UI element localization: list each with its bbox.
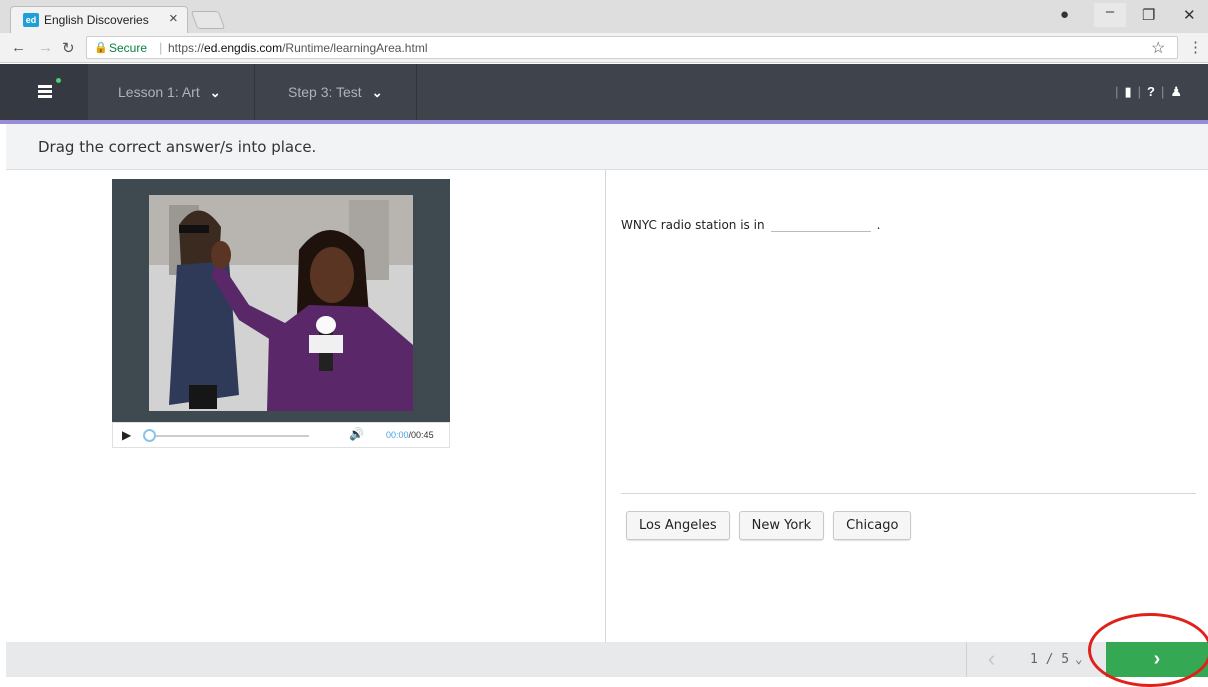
url-path: /Runtime/learningArea.html	[282, 41, 428, 55]
volume-icon[interactable]: 🔊	[349, 427, 364, 441]
highlight-circle	[1088, 613, 1208, 687]
browser-menu-icon[interactable]: ⋮	[1188, 38, 1203, 56]
secure-label: Secure	[109, 41, 148, 55]
page-indicator: 1 / 5	[1030, 652, 1070, 667]
answer-chip-chicago[interactable]: Chicago	[833, 511, 912, 540]
answer-chip-new-york[interactable]: New York	[738, 511, 825, 540]
pane-divider	[605, 170, 606, 642]
play-icon[interactable]: ▶	[122, 428, 131, 442]
question-sentence: WNYC radio station is in.	[621, 216, 880, 232]
chevron-down-icon: ⌄	[1075, 652, 1083, 666]
close-window-icon[interactable]: ✕	[1183, 6, 1196, 24]
url-text: https://ed.engdis.com/Runtime/learningAr…	[168, 41, 427, 55]
new-tab-button[interactable]	[190, 11, 226, 29]
url-host: ed.engdis.com	[204, 41, 283, 55]
lesson-dropdown[interactable]: Lesson 1: Art ⌄	[88, 64, 255, 120]
bookmark-star-icon[interactable]: ☆	[1151, 38, 1165, 58]
menu-button[interactable]	[0, 64, 88, 120]
browser-tab-bar: ed English Discoveries × ● – ❐ ✕	[0, 0, 1208, 33]
hamburger-icon	[38, 85, 52, 100]
lock-icon: 🔒	[94, 42, 108, 54]
favicon-icon: ed	[23, 13, 39, 27]
help-icon[interactable]: ?	[1147, 84, 1155, 99]
address-bar-row: ← → ↻ 🔒 Secure | https://ed.engdis.com/R…	[0, 33, 1208, 63]
footer-bar: ‹ 1 / 5 ⌄ ›	[6, 642, 1208, 677]
user-profile-icon[interactable]: ●	[1060, 6, 1069, 23]
answer-bank: Los Angeles New York Chicago	[626, 511, 912, 540]
seek-bar[interactable]	[147, 435, 309, 437]
app-header: Lesson 1: Art ⌄ Step 3: Test ⌄ | ▮ |? | ♟	[0, 64, 1208, 120]
chevron-down-icon: ⌄	[371, 85, 383, 100]
page-selector[interactable]: 1 / 5 ⌄	[1030, 652, 1082, 667]
reload-icon[interactable]: ↻	[62, 39, 75, 57]
user-icon[interactable]: ♟	[1170, 84, 1182, 99]
tab-title: English Discoveries	[44, 13, 149, 27]
answer-chip-los-angeles[interactable]: Los Angeles	[626, 511, 730, 540]
instruction-bar: Drag the correct answer/s into place.	[6, 124, 1208, 170]
forward-icon[interactable]: →	[38, 39, 53, 56]
previous-button[interactable]: ‹	[966, 642, 1016, 677]
answers-divider	[621, 493, 1196, 494]
seek-handle[interactable]	[143, 429, 156, 442]
step-label: Step 3: Test	[288, 84, 362, 100]
omnibox-separator: |	[159, 40, 163, 55]
close-tab-icon[interactable]: ×	[169, 10, 178, 27]
header-tools: | ▮ |? | ♟	[1115, 84, 1182, 99]
browser-tab[interactable]: ed English Discoveries ×	[10, 6, 188, 33]
video-controls: ▶ 🔊 00:00/00:45	[112, 422, 450, 448]
notification-dot	[56, 78, 61, 83]
book-icon[interactable]: ▮	[1124, 84, 1131, 99]
current-time: 00:00	[386, 430, 409, 440]
lesson-label: Lesson 1: Art	[118, 84, 200, 100]
video-frame-image	[149, 195, 413, 411]
url-input[interactable]: 🔒 Secure | https://ed.engdis.com/Runtime…	[86, 36, 1178, 59]
maximize-icon[interactable]: ❐	[1142, 6, 1155, 24]
url-prefix: https://	[168, 41, 205, 55]
question-prefix: WNYC radio station is in	[621, 218, 765, 232]
step-dropdown[interactable]: Step 3: Test ⌄	[255, 64, 417, 120]
answer-drop-zone[interactable]	[770, 216, 871, 232]
total-time: 00:45	[411, 430, 434, 440]
instruction-text: Drag the correct answer/s into place.	[38, 138, 317, 156]
back-icon[interactable]: ←	[11, 39, 26, 56]
time-display: 00:00/00:45	[386, 430, 434, 440]
chevron-down-icon: ⌄	[209, 85, 221, 100]
question-suffix: .	[876, 218, 881, 232]
minimize-icon[interactable]: –	[1094, 3, 1126, 27]
